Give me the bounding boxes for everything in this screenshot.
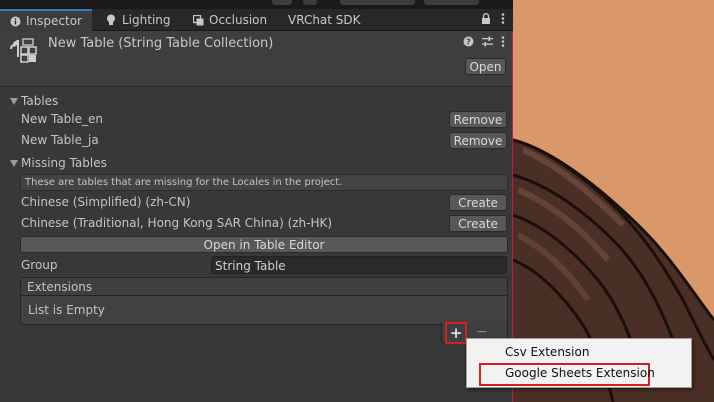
- extensions-header: Extensions: [20, 277, 508, 296]
- foldout-arrow-icon: [10, 98, 18, 105]
- locale-name: Chinese (Traditional, Hong Kong SAR Chin…: [21, 216, 333, 230]
- editor-toolbar-strip: [0, 0, 513, 9]
- inspector-header: New Table (String Table Collection) ? Op…: [0, 31, 512, 87]
- settings-sliders-icon[interactable]: [482, 36, 493, 50]
- create-button[interactable]: Create: [449, 215, 507, 232]
- remove-button[interactable]: Remove: [449, 111, 507, 128]
- occlusion-icon: [192, 14, 204, 26]
- menu-item-csv-extension[interactable]: Csv Extension: [505, 345, 589, 359]
- group-field[interactable]: String Table: [211, 256, 507, 274]
- open-in-table-editor-button[interactable]: Open in Table Editor: [20, 236, 508, 253]
- list-empty-text: List is Empty: [28, 303, 105, 317]
- lightbulb-icon: [105, 14, 117, 26]
- foldout-label: Missing Tables: [21, 156, 107, 170]
- svg-text:?: ?: [466, 38, 471, 47]
- add-extension-menu: Csv Extension Google Sheets Extension: [466, 338, 692, 388]
- table-row: New Table_en Remove: [0, 110, 512, 130]
- info-icon: [9, 15, 21, 27]
- toolbar-button[interactable]: [340, 0, 415, 5]
- asset-title: New Table (String Table Collection): [48, 36, 274, 51]
- extensions-label: Extensions: [27, 280, 93, 294]
- missing-tables-note: These are tables that are missing for th…: [20, 174, 508, 191]
- tab-label: Occlusion: [209, 13, 268, 27]
- tab-label: Inspector: [26, 14, 82, 28]
- menu-item-google-sheets-extension[interactable]: Google Sheets Extension: [505, 366, 655, 380]
- missing-table-row: Chinese (Traditional, Hong Kong SAR Chin…: [0, 214, 512, 234]
- missing-table-row: Chinese (Simplified) (zh-CN) Create: [0, 193, 512, 213]
- locale-name: Chinese (Simplified) (zh-CN): [21, 195, 191, 209]
- tab-vrchat-sdk[interactable]: VRChat SDK: [288, 9, 361, 31]
- missing-tables-foldout[interactable]: Missing Tables: [0, 154, 512, 174]
- table-name: New Table_en: [21, 112, 104, 126]
- toolbar-button[interactable]: [303, 0, 317, 5]
- header-tools: ?: [463, 36, 505, 50]
- tab-label: VRChat SDK: [288, 13, 361, 27]
- kebab-menu-icon[interactable]: [501, 36, 505, 50]
- remove-button[interactable]: Remove: [449, 132, 507, 149]
- open-button[interactable]: Open: [465, 58, 506, 75]
- toolbar-button[interactable]: [424, 0, 479, 5]
- table-row: New Table_ja Remove: [0, 131, 512, 151]
- toolbar-button[interactable]: [272, 0, 292, 5]
- foldout-label: Tables: [21, 94, 59, 108]
- inspector-panel: New Table (String Table Collection) ? Op…: [0, 31, 513, 402]
- tab-lighting[interactable]: Lighting: [105, 9, 171, 31]
- tab-inspector[interactable]: Inspector: [0, 9, 92, 31]
- tab-label: Lighting: [122, 13, 171, 27]
- help-icon[interactable]: ?: [463, 36, 474, 50]
- tables-foldout[interactable]: Tables: [0, 92, 512, 112]
- extensions-list: List is Empty: [20, 296, 508, 325]
- kebab-menu-icon[interactable]: [501, 13, 505, 27]
- add-extension-button[interactable]: +: [445, 322, 467, 344]
- tab-occlusion[interactable]: Occlusion: [192, 9, 267, 31]
- foldout-arrow-icon: [10, 160, 18, 167]
- create-button[interactable]: Create: [449, 194, 507, 211]
- tab-tools: [481, 13, 505, 27]
- string-table-icon: [9, 37, 39, 67]
- group-label: Group: [21, 258, 58, 272]
- lock-icon[interactable]: [481, 13, 491, 27]
- tab-bar: Inspector Lighting Occlusion VRChat SDK: [0, 9, 513, 31]
- table-name: New Table_ja: [21, 133, 99, 147]
